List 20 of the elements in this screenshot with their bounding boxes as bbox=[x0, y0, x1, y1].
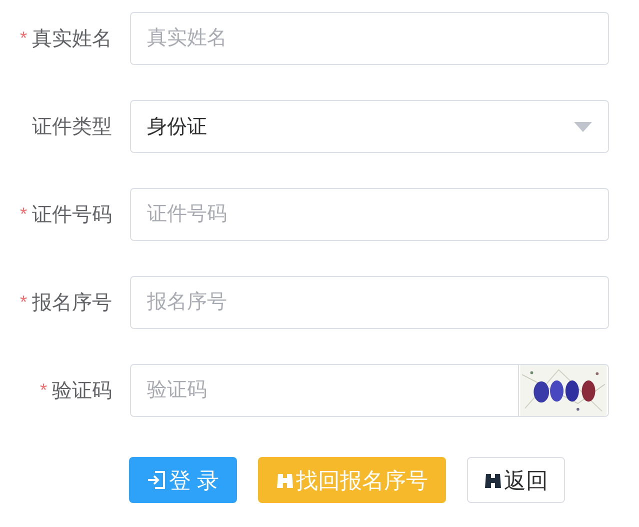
required-mark: * bbox=[20, 27, 27, 50]
required-mark: * bbox=[20, 291, 27, 314]
field-label: 证件号码 bbox=[32, 202, 112, 228]
binoculars-icon bbox=[484, 471, 502, 489]
select-field[interactable]: 身份证 bbox=[130, 100, 609, 153]
field-label: 报名序号 bbox=[32, 290, 112, 316]
binoculars-icon bbox=[276, 471, 294, 489]
field-label: 真实姓名 bbox=[32, 26, 112, 52]
sign-in-icon bbox=[147, 470, 167, 490]
required-mark: * bbox=[20, 203, 27, 226]
input-field[interactable]: 真实姓名 bbox=[130, 12, 609, 65]
field-label: 证件类型 bbox=[32, 114, 112, 140]
select-value: 身份证 bbox=[147, 114, 207, 140]
input-field[interactable]: 证件号码 bbox=[130, 188, 609, 241]
captcha-field[interactable]: 验证码 bbox=[130, 364, 519, 417]
caret-icon bbox=[574, 122, 592, 132]
required-mark: * bbox=[40, 379, 47, 402]
input-field[interactable]: 报名序号 bbox=[130, 276, 609, 329]
field-label: 验证码 bbox=[52, 378, 112, 404]
action-button[interactable]: 返回 bbox=[467, 457, 566, 503]
